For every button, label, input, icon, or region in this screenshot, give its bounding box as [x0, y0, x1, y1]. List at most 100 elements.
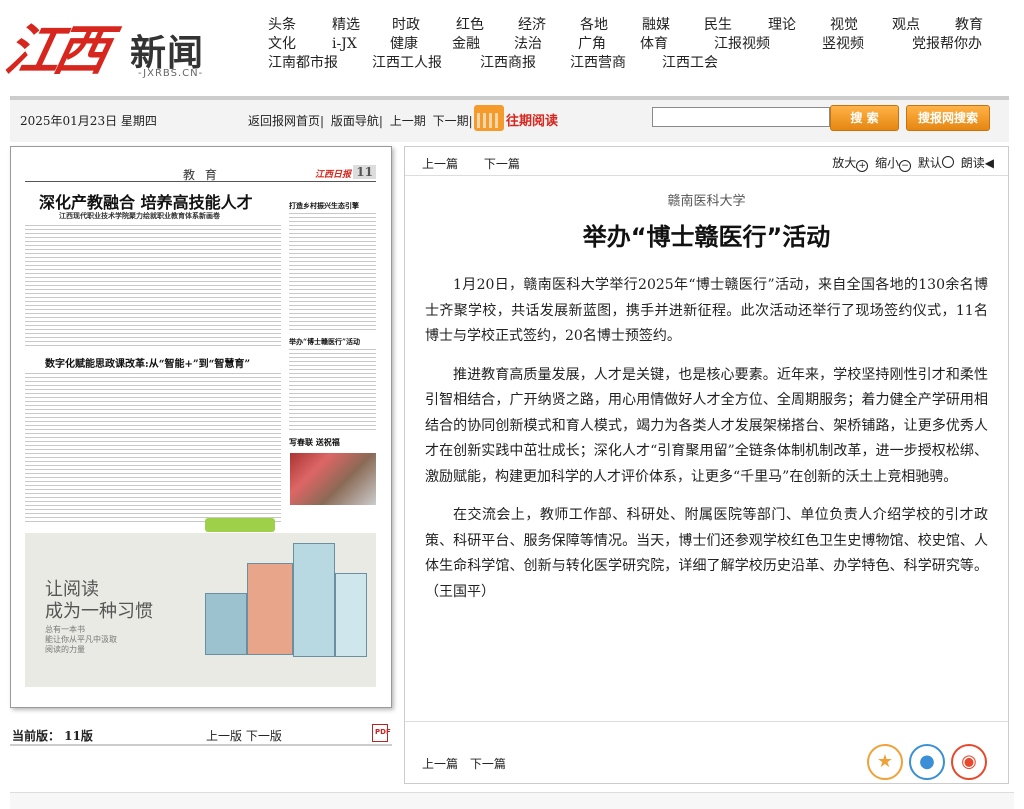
nav-link[interactable]: 理论	[768, 16, 796, 35]
nav-link[interactable]: 竖视频	[822, 35, 864, 54]
prev-article-link[interactable]: 上一篇	[422, 157, 458, 171]
current-page-label: 当前版： 11版	[12, 729, 93, 743]
nav-link[interactable]: 精选	[332, 16, 360, 35]
calendar-icon[interactable]	[474, 105, 504, 131]
page-pager: 上一版 下一版	[206, 727, 282, 744]
nav-link[interactable]: 视觉	[830, 16, 858, 35]
minus-icon: −	[899, 160, 912, 172]
nav-link[interactable]: 江西工会	[662, 54, 718, 73]
thumb-headline-2[interactable]: 数字化赋能思政课改革:从“智能+”到“智慧育”	[45, 355, 250, 370]
prev-article-link-bottom[interactable]: 上一篇	[422, 757, 458, 771]
page-header: 教 育 江西日报 11	[25, 163, 376, 182]
nav-link[interactable]: 江西营商	[570, 54, 626, 73]
weibo-share-icon[interactable]: ◉	[951, 744, 987, 780]
zoom-out-label: 缩小	[875, 156, 900, 170]
qzone-share-icon[interactable]: ★	[867, 744, 903, 780]
nav-link[interactable]: 体育	[640, 35, 668, 54]
article-kicker: 赣南医科大学	[667, 194, 746, 209]
default-label: 默认	[917, 156, 942, 170]
site-search-button[interactable]: 搜报网搜索	[906, 105, 990, 131]
past-issues-link[interactable]: 往期阅读	[506, 110, 558, 129]
article-paragraph: 推进教育高质量发展，人才是关键，也是核心要素。近年来，学校坚持刚性引才和柔性引智…	[425, 366, 988, 485]
zoom-out-button[interactable]: 缩小 −	[875, 156, 912, 172]
nav-link[interactable]: 健康	[390, 35, 418, 54]
article-toolbar: 上一篇 下一篇 放大 + 缩小 − 默认 朗读◀︎	[405, 147, 1008, 176]
article-paragraph: 1月20日，赣南医科大学举行2025年“博士赣医行”活动，来自全国各地的130余…	[425, 277, 988, 344]
channel-nav: 头条 精选 时政 红色 经济 各地 融媒 民生 理论 视觉 观点 教育 文化 i-JX 健康 金融 法治 广角 体…	[262, 16, 992, 73]
book-illustration	[205, 593, 247, 655]
divider	[10, 744, 392, 746]
toolbar: 2025年01月23日 星期四 返回报网首页| 版面导航| 上一期 下一期| 往…	[10, 96, 1009, 142]
article-title: 举办“博士赣医行”活动	[582, 223, 831, 251]
logo-calligraphy: 江西	[0, 18, 110, 82]
layout-nav-link[interactable]: 版面导航|	[331, 114, 383, 128]
thumb-side-headline[interactable]: 写春联 送祝福	[289, 437, 340, 448]
search-input[interactable]	[652, 107, 830, 127]
next-page-link[interactable]: 下一版	[246, 729, 282, 743]
page-section: 教 育	[183, 168, 220, 182]
nav-link[interactable]: 法治	[514, 35, 542, 54]
nav-link[interactable]: 红色	[456, 16, 484, 35]
search-button[interactable]: 搜 索	[830, 105, 899, 131]
book-illustration	[293, 543, 335, 657]
nav-link[interactable]: 观点	[892, 16, 920, 35]
thumb-text-block	[289, 349, 376, 431]
read-aloud-label: 朗读	[960, 156, 985, 170]
book-illustration	[247, 563, 293, 655]
nav-link[interactable]: 时政	[392, 16, 420, 35]
nav-link[interactable]: 广角	[578, 35, 606, 54]
site-logo[interactable]: 江西 新闻 -JXRBS.CN-	[0, 6, 213, 82]
thumb-badge	[205, 518, 275, 532]
thumb-subhead: 江西现代职业技术学院聚力绘就职业教育体系新画卷	[59, 211, 220, 220]
nav-link[interactable]: 经济	[518, 16, 546, 35]
speaker-icon: ◀︎	[984, 156, 994, 170]
article-panel: 上一篇 下一篇 放大 + 缩小 − 默认 朗读◀︎ 赣南医科大学 举办“博士赣医行”…	[404, 146, 1009, 784]
prev-issue-link[interactable]: 上一期	[390, 114, 426, 128]
article-body: 1月20日，赣南医科大学举行2025年“博士赣医行”活动，来自全国各地的130余…	[425, 273, 988, 618]
nav-link[interactable]: 江报视频	[714, 35, 770, 54]
zoom-in-button[interactable]: 放大 +	[832, 156, 869, 172]
next-article-link-bottom[interactable]: 下一篇	[470, 757, 506, 771]
nav-link[interactable]: 民生	[704, 16, 732, 35]
nav-link[interactable]: i-JX	[332, 35, 357, 54]
thumb-side-headline[interactable]: 举办“博士赣医行”活动	[289, 337, 360, 347]
nav-link[interactable]: 各地	[580, 16, 608, 35]
qq-share-icon[interactable]: ●	[909, 744, 945, 780]
reading-ad: 让阅读 成为一种习惯 总有一本书 能让你从平凡中汲取 阅读的力量	[25, 533, 376, 687]
thumb-headline[interactable]: 深化产教融合 培养高技能人才	[39, 189, 253, 213]
thumb-side-headline[interactable]: 打造乡村振兴生态引擎	[289, 201, 359, 211]
thumb-text-block	[25, 373, 281, 523]
next-article-link[interactable]: 下一篇	[484, 157, 520, 171]
next-issue-link[interactable]: 下一期|	[433, 114, 473, 128]
footer-strip	[10, 792, 1014, 809]
home-link[interactable]: 返回报网首页|	[248, 114, 324, 128]
page-number: 11	[353, 165, 376, 179]
read-aloud-button[interactable]: 朗读◀︎	[961, 156, 994, 170]
channel-nav-row: 江南都市报 江西工人报 江西商报 江西营商 江西工会	[262, 54, 992, 73]
nav-link[interactable]: 党报帮你办	[912, 35, 982, 54]
issue-links: 返回报网首页| 版面导航| 上一期 下一期|	[248, 112, 476, 129]
nav-link[interactable]: 江西工人报	[372, 54, 442, 73]
nav-link[interactable]: 教育	[955, 16, 983, 35]
nav-link[interactable]: 江南都市报	[268, 54, 338, 73]
channel-nav-row: 文化 i-JX 健康 金融 法治 广角 体育 江报视频 竖视频 党报帮你办	[262, 35, 992, 54]
book-illustration	[335, 573, 367, 657]
nav-link[interactable]: 江西商报	[480, 54, 536, 73]
newspaper-page-image[interactable]: 教 育 江西日报 11 深化产教融合 培养高技能人才 江西现代职业技术学院聚力绘…	[25, 163, 376, 693]
page-thumbnail[interactable]: 教 育 江西日报 11 深化产教融合 培养高技能人才 江西现代职业技术学院聚力绘…	[10, 146, 392, 708]
default-size-button[interactable]: 默认	[918, 156, 954, 170]
thumb-text-block	[289, 213, 376, 331]
nav-link[interactable]: 金融	[452, 35, 480, 54]
thumb-photo	[290, 453, 376, 505]
prev-page-link[interactable]: 上一版	[206, 729, 242, 743]
pdf-download-icon[interactable]: PDF	[372, 724, 391, 742]
article-bottom-nav: 上一篇 下一篇	[422, 755, 514, 772]
article-divider	[405, 721, 1008, 722]
nav-link[interactable]: 头条	[268, 16, 296, 35]
thumb-text-block	[25, 225, 281, 347]
nav-link[interactable]: 文化	[268, 35, 296, 54]
logo-domain: -JXRBS.CN-	[138, 68, 204, 79]
page-brand: 江西日报	[315, 170, 352, 180]
nav-link[interactable]: 融媒	[642, 16, 670, 35]
reading-tools: 放大 + 缩小 − 默认 朗读◀︎	[829, 154, 994, 172]
